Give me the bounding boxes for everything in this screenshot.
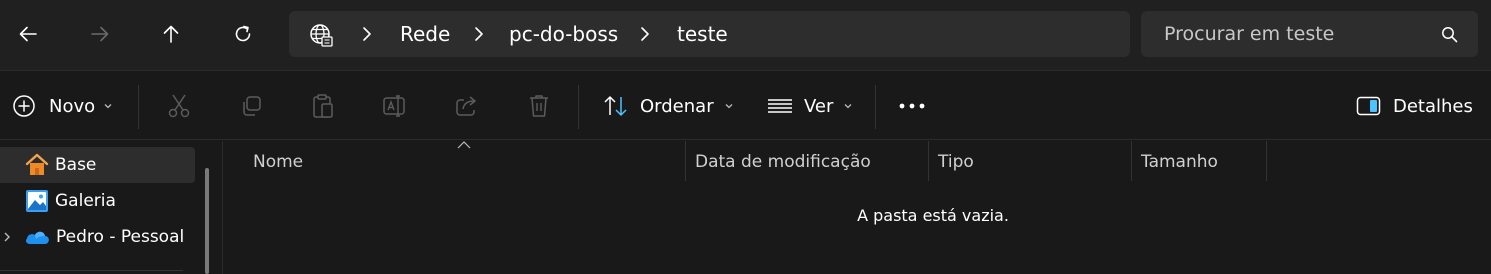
column-resize-handle[interactable] xyxy=(1266,141,1267,181)
network-globe-icon xyxy=(308,22,334,48)
sidebar-scrollbar[interactable] xyxy=(205,168,209,274)
column-header-date-modified[interactable]: Data de modificação xyxy=(695,141,871,181)
toolbar-divider xyxy=(578,85,579,129)
refresh-button[interactable] xyxy=(223,14,263,54)
copy-button[interactable] xyxy=(239,71,263,141)
sidebar-divider xyxy=(0,270,183,271)
refresh-icon xyxy=(235,25,251,42)
view-label: Ver xyxy=(804,95,834,117)
column-resize-handle[interactable] xyxy=(928,141,929,181)
new-label: Novo xyxy=(49,95,96,117)
breadcrumb-rede[interactable]: Rede xyxy=(400,11,450,57)
navigation-pane: Base Galeria Pedro - Pessoal xyxy=(0,141,223,274)
toolbar-divider xyxy=(875,85,876,129)
details-pane-icon xyxy=(1356,96,1381,116)
copy-icon xyxy=(243,96,261,116)
arrow-up-icon xyxy=(163,25,179,43)
gallery-icon xyxy=(26,190,48,212)
column-resize-handle[interactable] xyxy=(1131,141,1132,181)
onedrive-cloud-icon xyxy=(26,231,49,244)
address-row: Rede pc-do-boss teste Procurar em teste xyxy=(0,0,1491,70)
details-button[interactable]: Detalhes xyxy=(1356,71,1473,141)
forward-button[interactable] xyxy=(80,14,120,54)
sort-label: Ordenar xyxy=(640,95,714,117)
details-label: Detalhes xyxy=(1393,95,1473,117)
breadcrumb-separator-icon[interactable] xyxy=(636,25,654,43)
sidebar-item-label: Base xyxy=(55,155,97,175)
back-button[interactable] xyxy=(8,14,48,54)
sidebar-item-base[interactable]: Base xyxy=(0,147,195,183)
sort-indicator-icon xyxy=(457,141,471,149)
breadcrumb-separator-icon[interactable] xyxy=(470,25,488,43)
empty-folder-message: A pasta está vazia. xyxy=(857,206,1009,225)
column-header-name[interactable]: Nome xyxy=(253,141,303,181)
share-icon xyxy=(456,96,476,116)
share-button[interactable] xyxy=(454,71,480,141)
address-bar[interactable]: Rede pc-do-boss teste xyxy=(289,11,1130,57)
paste-button[interactable] xyxy=(311,71,335,141)
view-button[interactable]: Ver xyxy=(767,71,853,141)
chevron-down-icon xyxy=(725,104,733,109)
chevron-right-icon[interactable] xyxy=(1,231,13,243)
cut-button[interactable] xyxy=(167,71,191,141)
home-icon xyxy=(25,153,49,175)
sidebar-item-label: Galeria xyxy=(55,191,116,211)
sidebar-item-label: Pedro - Pessoal xyxy=(56,227,185,247)
chevron-down-icon xyxy=(104,104,112,109)
command-bar: Novo Ordenar Ver Detalhes xyxy=(0,70,1491,140)
rename-icon xyxy=(383,95,405,117)
toolbar-divider xyxy=(138,85,139,129)
sidebar-item-galeria[interactable]: Galeria xyxy=(0,183,195,219)
more-icon xyxy=(899,103,925,109)
sort-button[interactable]: Ordenar xyxy=(603,71,734,141)
up-button[interactable] xyxy=(151,14,191,54)
breadcrumb-separator-icon xyxy=(358,25,376,43)
rename-button[interactable] xyxy=(382,71,408,141)
sort-arrows-icon xyxy=(604,96,627,116)
paste-icon xyxy=(313,94,333,118)
plus-circle-icon xyxy=(13,95,35,117)
cut-icon xyxy=(168,94,190,118)
breadcrumb-teste[interactable]: teste xyxy=(677,11,728,57)
search-placeholder: Procurar em teste xyxy=(1164,23,1335,45)
search-icon xyxy=(1441,26,1458,43)
file-list: Nome Data de modificação Tipo Tamanho A … xyxy=(223,141,1491,274)
view-list-icon xyxy=(768,99,792,113)
arrow-right-icon xyxy=(91,26,109,42)
delete-icon xyxy=(530,95,548,117)
breadcrumb-pc-do-boss[interactable]: pc-do-boss xyxy=(509,11,618,57)
chevron-down-icon xyxy=(844,104,852,109)
column-header-type[interactable]: Tipo xyxy=(938,141,974,181)
column-resize-handle[interactable] xyxy=(685,141,686,181)
new-button[interactable]: Novo xyxy=(12,71,113,141)
search-input[interactable]: Procurar em teste xyxy=(1141,11,1478,57)
arrow-left-icon xyxy=(19,26,37,42)
column-header-size[interactable]: Tamanho xyxy=(1141,141,1218,181)
sidebar-item-pedro-pessoal[interactable]: Pedro - Pessoal xyxy=(0,219,195,255)
more-options-button[interactable] xyxy=(898,71,926,141)
delete-button[interactable] xyxy=(527,71,551,141)
